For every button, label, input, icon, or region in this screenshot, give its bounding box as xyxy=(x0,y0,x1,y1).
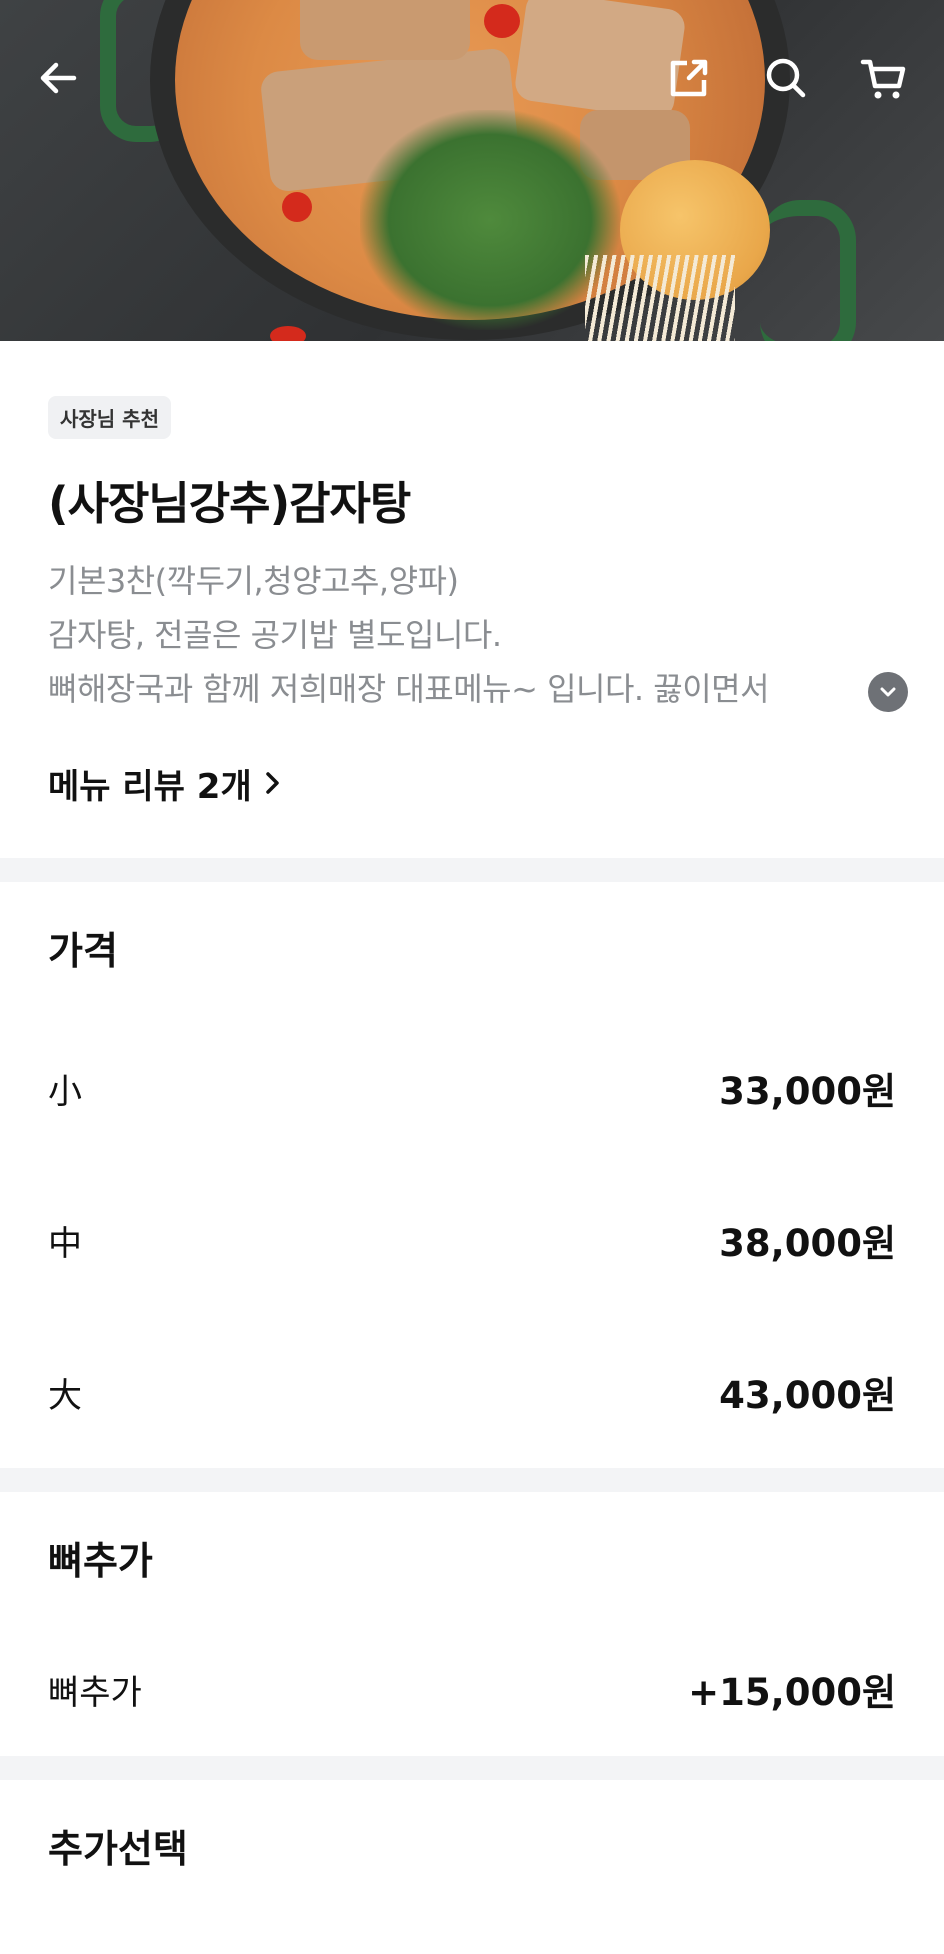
review-link-label: 메뉴 리뷰 2개 xyxy=(48,766,252,807)
option-price: 33,000원 xyxy=(719,1070,896,1113)
chevron-down-icon xyxy=(880,687,896,697)
perilla-leaves xyxy=(360,110,620,330)
cart-icon xyxy=(860,59,906,99)
menu-info: 사장님 추천 (사장님강추)감자탕 기본3찬(깍두기,청양고추,양파) 감자탕,… xyxy=(0,341,944,858)
chili-slice xyxy=(484,4,520,38)
chevron-right-icon xyxy=(265,772,279,794)
enoki-mushroom xyxy=(585,255,735,341)
description-line: 감자탕, 전골은 공기밥 별도입니다. xyxy=(48,616,502,654)
share-icon xyxy=(670,59,708,97)
section-divider xyxy=(0,858,944,882)
option-row-small[interactable]: 小 33,000원 xyxy=(48,1012,896,1164)
expand-description-button[interactable] xyxy=(868,672,908,712)
section-divider xyxy=(0,1468,944,1492)
option-label: 小 xyxy=(48,1071,82,1112)
search-icon xyxy=(766,58,806,98)
option-label: 뼈추가 xyxy=(48,1672,142,1713)
arrow-left-icon xyxy=(40,62,77,94)
option-price: 43,000원 xyxy=(719,1374,896,1417)
option-price: 38,000원 xyxy=(719,1222,896,1265)
chili-slice xyxy=(270,326,306,341)
menu-hero-image xyxy=(0,0,944,341)
recommend-badge: 사장님 추천 xyxy=(48,396,171,439)
pork-bone xyxy=(300,0,470,60)
back-button[interactable] xyxy=(26,46,90,110)
pot-handle xyxy=(760,200,856,341)
share-button[interactable] xyxy=(657,46,721,110)
additional-option-group: 추가선택 xyxy=(0,1780,944,1910)
section-divider xyxy=(0,1756,944,1780)
description-line: 기본3찬(깍두기,청양고추,양파) xyxy=(48,562,459,600)
menu-review-link[interactable]: 메뉴 리뷰 2개 xyxy=(48,758,896,808)
price-option-group: 가격 小 33,000원 中 38,000원 大 43,000원 xyxy=(0,882,944,1468)
menu-description: 기본3찬(깍두기,청양고추,양파) 감자탕, 전골은 공기밥 별도입니다. 뼈해… xyxy=(48,554,896,716)
option-label: 大 xyxy=(48,1375,82,1416)
option-label: 中 xyxy=(48,1223,82,1264)
cart-button[interactable] xyxy=(852,46,916,110)
description-line: 뼈해장국과 함께 저희매장 대표메뉴~ 입니다. 끓이면서 xyxy=(48,670,770,708)
extra-bone-option-group: 뼈추가 뼈추가 +15,000원 xyxy=(0,1492,944,1756)
option-row-extra-bone[interactable]: 뼈추가 +15,000원 xyxy=(48,1622,896,1756)
group-title: 뼈추가 xyxy=(48,1538,153,1583)
chili-slice xyxy=(282,192,312,222)
group-title: 가격 xyxy=(48,928,118,973)
option-row-medium[interactable]: 中 38,000원 xyxy=(48,1164,896,1316)
group-title: 추가선택 xyxy=(48,1826,188,1871)
option-price: +15,000원 xyxy=(688,1671,896,1714)
search-button[interactable] xyxy=(754,46,818,110)
option-row-large[interactable]: 大 43,000원 xyxy=(48,1316,896,1468)
menu-title: (사장님강추)감자탕 xyxy=(48,477,411,530)
